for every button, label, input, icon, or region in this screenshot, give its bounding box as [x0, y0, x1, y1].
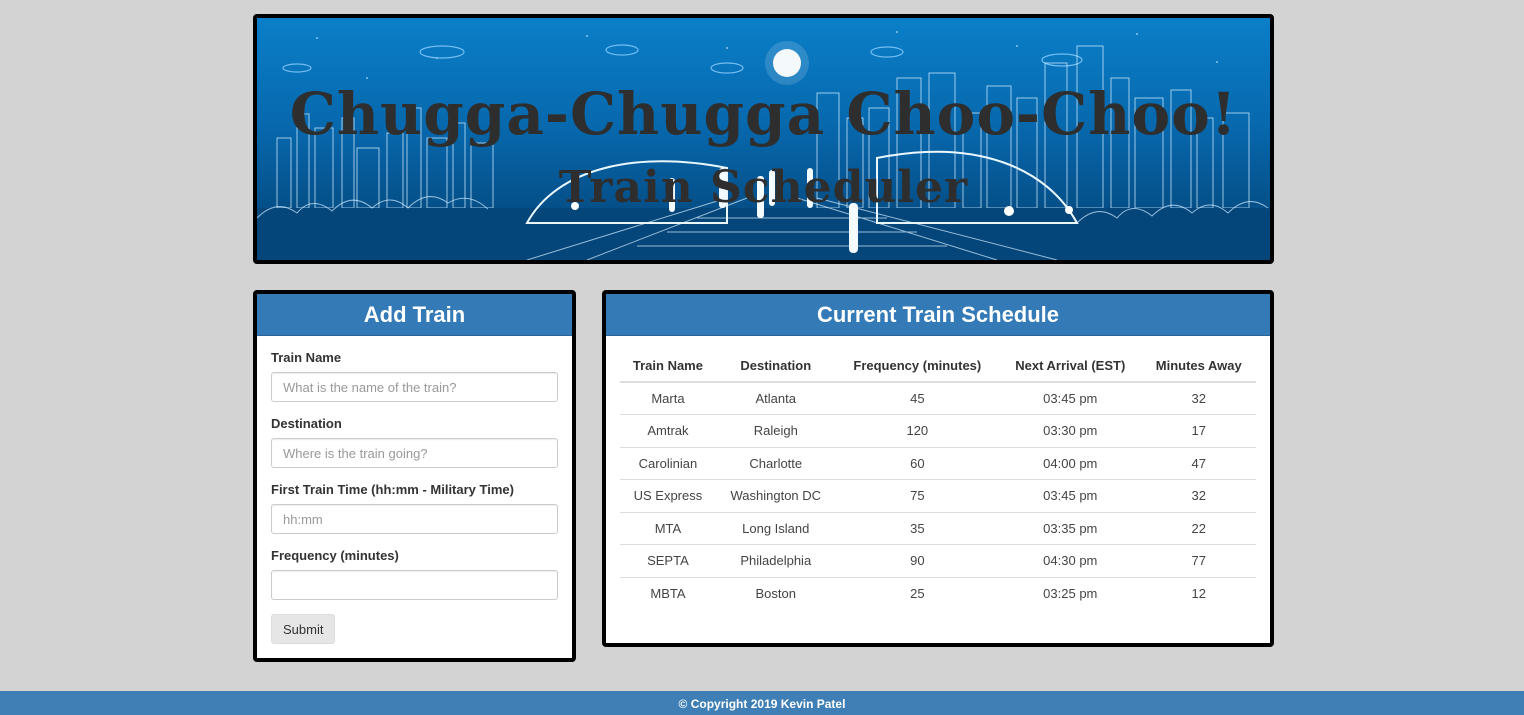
schedule-table-wrapper: Train Name Destination Frequency (minute…: [606, 336, 1270, 610]
cell-next-arrival: 03:30 pm: [999, 414, 1142, 448]
cell-train-name: MTA: [620, 512, 716, 545]
train-name-input[interactable]: [271, 372, 558, 402]
column-header-destination: Destination: [715, 350, 836, 383]
cell-destination: Charlotte: [715, 447, 836, 480]
cell-next-arrival: 04:30 pm: [999, 544, 1142, 578]
cell-next-arrival: 03:45 pm: [999, 479, 1142, 513]
copyright-text: © Copyright 2019 Kevin Patel: [678, 697, 846, 711]
column-header-train-name: Train Name: [620, 350, 716, 383]
cell-destination: Boston: [755, 586, 796, 601]
train-name-label: Train Name: [271, 350, 342, 365]
first-train-time-group: First Train Time (hh:mm - Military Time): [271, 482, 558, 534]
cell-next-arrival: 03:45 pm: [999, 382, 1142, 415]
cell-frequency: 35: [835, 512, 999, 545]
cell-frequency: 60: [835, 447, 999, 480]
destination-input[interactable]: [271, 438, 558, 468]
submit-button[interactable]: Submit: [271, 614, 336, 644]
cell-minutes-away: 77: [1141, 544, 1256, 578]
schedule-table: Train Name Destination Frequency (minute…: [620, 350, 1256, 610]
cell-next-arrival: 04:00 pm: [999, 447, 1142, 480]
cell-minutes-away: 17: [1141, 414, 1256, 448]
train-schedule-panel: Current Train Schedule Train Name Destin…: [602, 290, 1274, 647]
add-train-heading: Add Train: [257, 294, 572, 336]
schedule-heading: Current Train Schedule: [606, 294, 1270, 336]
cell-frequency: 75: [835, 479, 999, 513]
cell-train-name: Carolinian: [620, 447, 716, 480]
cell-minutes-away: 22: [1141, 512, 1256, 545]
train-name-group: Train Name: [271, 350, 558, 402]
cell-minutes-away: 32: [1141, 479, 1256, 513]
site-title: Chugga-Chugga Choo-Choo!: [289, 80, 1238, 148]
column-header-next-arrival: Next Arrival (EST): [999, 350, 1142, 383]
cell-destination: Atlanta: [715, 382, 836, 415]
site-subtitle: Train Scheduler: [558, 162, 969, 213]
table-row: MTA Long Island 35 03:35 pm 22: [620, 512, 1256, 545]
table-row: MBTA Boston 25 03:25 pm 12: [620, 577, 1256, 610]
column-header-minutes-away: Minutes Away: [1141, 350, 1256, 383]
cell-next-arrival: 03:25 pm: [1043, 586, 1098, 601]
cell-train-name: SEPTA: [620, 544, 716, 578]
cell-frequency: 45: [835, 382, 999, 415]
table-header-row: Train Name Destination Frequency (minute…: [620, 350, 1256, 383]
cell-frequency: 25: [910, 586, 925, 601]
table-row: Amtrak Raleigh 120 03:30 pm 17: [620, 414, 1256, 448]
cell-destination: Washington DC: [715, 479, 836, 513]
first-train-time-input[interactable]: [271, 504, 558, 534]
column-header-frequency: Frequency (minutes): [835, 350, 999, 383]
header-banner: Chugga-Chugga Choo-Choo! Train Scheduler: [253, 14, 1274, 264]
cell-minutes-away: 32: [1141, 382, 1256, 415]
cell-train-name: US Express: [620, 479, 716, 513]
cell-minutes-away: 12: [1191, 586, 1206, 601]
cell-minutes-away: 47: [1141, 447, 1256, 480]
destination-group: Destination: [271, 416, 558, 468]
table-row: SEPTA Philadelphia 90 04:30 pm 77: [620, 544, 1256, 578]
frequency-input[interactable]: [271, 570, 558, 600]
footer: © Copyright 2019 Kevin Patel: [0, 691, 1524, 715]
frequency-group: Frequency (minutes): [271, 548, 558, 600]
cell-destination: Raleigh: [715, 414, 836, 448]
cell-frequency: 90: [835, 544, 999, 578]
table-row: Carolinian Charlotte 60 04:00 pm 47: [620, 447, 1256, 480]
add-train-form: Train Name Destination First Train Time …: [257, 336, 572, 644]
add-train-panel: Add Train Train Name Destination First T…: [253, 290, 576, 662]
frequency-label: Frequency (minutes): [271, 548, 399, 563]
cell-train-name: MBTA: [650, 586, 686, 601]
table-row: US Express Washington DC 75 03:45 pm 32: [620, 479, 1256, 513]
cell-destination: Long Island: [715, 512, 836, 545]
first-train-time-label: First Train Time (hh:mm - Military Time): [271, 482, 514, 497]
cell-frequency: 120: [835, 414, 999, 448]
cell-train-name: Marta: [620, 382, 716, 415]
cell-train-name: Amtrak: [620, 414, 716, 448]
cell-destination: Philadelphia: [715, 544, 836, 578]
table-row: Marta Atlanta 45 03:45 pm 32: [620, 382, 1256, 415]
cell-next-arrival: 03:35 pm: [999, 512, 1142, 545]
destination-label: Destination: [271, 416, 342, 431]
